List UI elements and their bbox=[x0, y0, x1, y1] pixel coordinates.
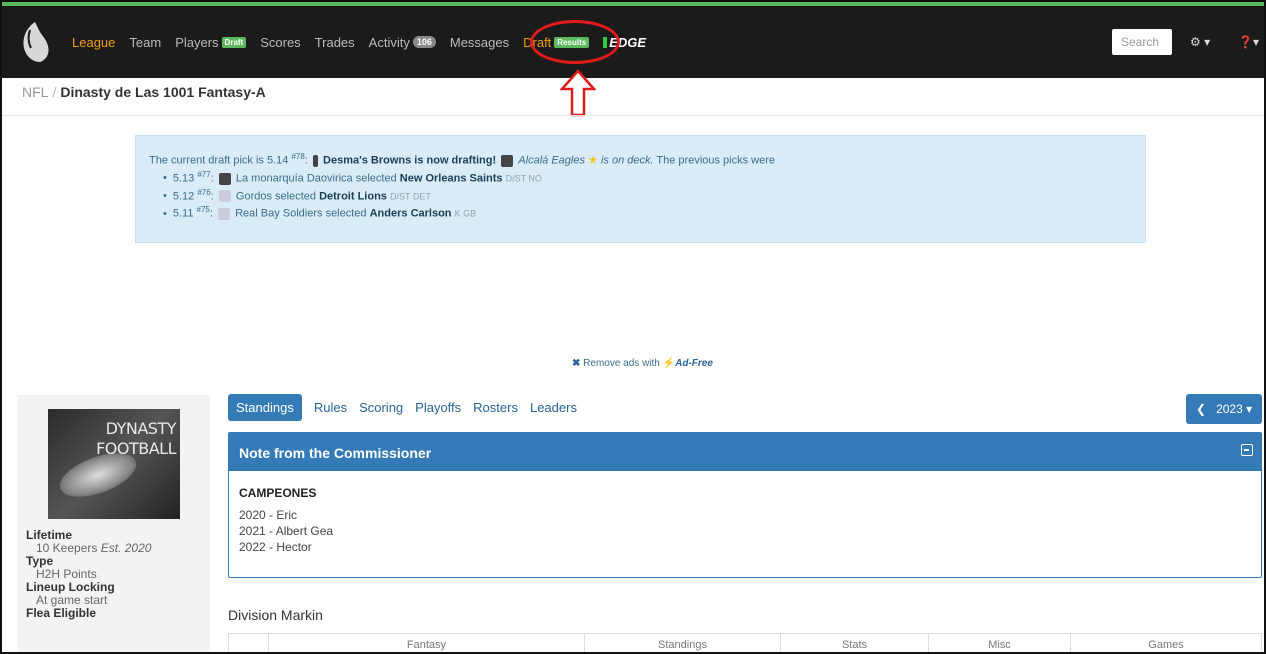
drafting-team-link[interactable]: Desma's Browns is now drafting! bbox=[323, 155, 496, 167]
league-info-panel: DYNASTY FOOTBALL Lifetime 10 Keepers Est… bbox=[18, 395, 210, 652]
team-link[interactable]: La monarquía Daovirica bbox=[236, 172, 353, 184]
list-item: 5.13 #77: La monarquía Daovirica selecte… bbox=[163, 170, 1145, 185]
table-header-cell: Standings bbox=[585, 634, 781, 652]
note-header: Note from the Commissioner bbox=[229, 433, 1261, 471]
tab-playoffs[interactable]: Playoffs bbox=[415, 400, 461, 415]
tab-scoring[interactable]: Scoring bbox=[359, 400, 403, 415]
team-icon bbox=[218, 190, 231, 203]
commissioner-note: Note from the Commissioner CAMPEONES 202… bbox=[228, 432, 1262, 578]
table-header-cell: Misc bbox=[929, 634, 1071, 652]
nav-team[interactable]: Team bbox=[129, 35, 161, 50]
tab-rules[interactable]: Rules bbox=[314, 400, 347, 415]
list-item: 5.11 #75: Real Bay Soldiers selected And… bbox=[163, 205, 1145, 220]
note-body: CAMPEONES 2020 - Eric 2021 - Albert Gea … bbox=[239, 486, 334, 554]
tab-standings[interactable]: Standings bbox=[228, 394, 302, 421]
help-icon[interactable]: ❓▾ bbox=[1238, 35, 1259, 49]
draft-current-line: The current draft pick is 5.14 #78: Desm… bbox=[149, 152, 776, 167]
fleaflicker-logo[interactable] bbox=[12, 11, 58, 73]
draft-status-alert: The current draft pick is 5.14 #78: Desm… bbox=[135, 135, 1146, 243]
player-link[interactable]: New Orleans Saints bbox=[400, 172, 503, 184]
draft-highlight-circle bbox=[530, 20, 620, 64]
nav-players[interactable]: Players Draft bbox=[175, 35, 247, 50]
top-nav: League Team Players Draft Scores Trades A… bbox=[2, 2, 1264, 78]
year-dropdown[interactable]: ❮ 2023 ▾ bbox=[1186, 394, 1262, 424]
division-title: Division Markin bbox=[228, 607, 323, 623]
meta-label: Flea Eligible bbox=[26, 606, 97, 620]
divider bbox=[2, 115, 1264, 116]
nav-activity[interactable]: Activity 106 bbox=[369, 35, 436, 50]
team-link[interactable]: Gordos bbox=[236, 190, 272, 202]
tab-leaders[interactable]: Leaders bbox=[530, 400, 577, 415]
team-icon bbox=[218, 208, 230, 220]
search-input[interactable]: Search bbox=[1112, 29, 1172, 55]
table-header-cell bbox=[229, 634, 269, 652]
league-tabs: Standings Rules Scoring Playoffs Rosters… bbox=[228, 394, 589, 421]
list-item: 5.12 #76: Gordos selected Detroit Lions … bbox=[163, 188, 1145, 203]
page-frame: League Team Players Draft Scores Trades A… bbox=[0, 0, 1266, 654]
chevron-left-icon: ❮ bbox=[1196, 402, 1207, 416]
nav-scores[interactable]: Scores bbox=[260, 35, 300, 50]
nav-league[interactable]: League bbox=[72, 35, 115, 50]
league-logo-image: DYNASTY FOOTBALL bbox=[48, 409, 180, 519]
player-link[interactable]: Detroit Lions bbox=[319, 190, 387, 202]
close-icon: ✖ bbox=[572, 358, 581, 369]
meta-value: 10 Keepers Est. 2020 bbox=[36, 541, 152, 555]
nav-messages[interactable]: Messages bbox=[450, 35, 509, 50]
table-header-cell: Fantasy bbox=[269, 634, 585, 652]
standings-table-header: Fantasy Standings Stats Misc Games bbox=[228, 633, 1262, 652]
activity-count-badge: 106 bbox=[412, 36, 436, 48]
page-title: Dinasty de Las 1001 Fantasy-A bbox=[60, 84, 266, 100]
breadcrumb: NFL / Dinasty de Las 1001 Fantasy-A bbox=[22, 84, 266, 100]
gear-icon[interactable]: ⚙ ▾ bbox=[1190, 35, 1210, 49]
arrow-up-icon bbox=[560, 69, 596, 117]
remove-ads-link[interactable]: ✖ Remove ads with ⚡Ad-Free bbox=[572, 358, 713, 369]
collapse-icon[interactable] bbox=[1241, 444, 1253, 456]
star-icon: ★ bbox=[588, 154, 598, 167]
players-draft-badge: Draft bbox=[221, 36, 247, 48]
nav-trades[interactable]: Trades bbox=[315, 35, 355, 50]
table-header-cell: Games bbox=[1148, 639, 1184, 651]
team-icon bbox=[312, 154, 318, 167]
table-header-cell: Stats bbox=[781, 634, 929, 652]
team-icon bbox=[218, 172, 231, 185]
tab-rosters[interactable]: Rosters bbox=[473, 400, 518, 415]
bolt-icon: ⚡ bbox=[662, 358, 676, 369]
previous-picks-list: 5.13 #77: La monarquía Daovirica selecte… bbox=[163, 170, 1145, 220]
player-link[interactable]: Anders Carlson bbox=[370, 208, 452, 220]
team-link[interactable]: Real Bay Soldiers bbox=[235, 208, 322, 220]
league-meta: Lifetime 10 Keepers Est. 2020 Type H2H P… bbox=[26, 529, 206, 620]
on-deck-team-link[interactable]: Alcalá Eagles bbox=[518, 155, 585, 167]
team-icon bbox=[501, 154, 514, 167]
breadcrumb-nfl[interactable]: NFL bbox=[22, 84, 48, 100]
